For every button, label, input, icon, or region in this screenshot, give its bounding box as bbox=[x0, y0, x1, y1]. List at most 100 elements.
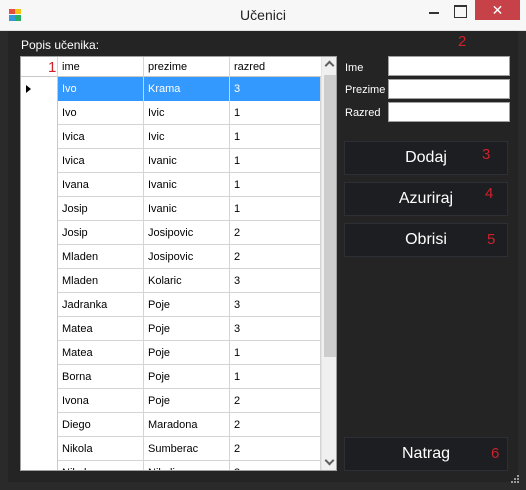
row-header[interactable] bbox=[21, 197, 58, 221]
table-row[interactable]: Matea Poje 3 bbox=[21, 317, 321, 341]
row-header[interactable] bbox=[21, 101, 58, 125]
table-row[interactable]: Mladen Josipovic 2 bbox=[21, 245, 321, 269]
row-header[interactable] bbox=[21, 389, 58, 413]
cell-razred[interactable]: 1 bbox=[230, 365, 321, 389]
cell-prezime[interactable]: Josipovic bbox=[144, 245, 230, 269]
title-bar[interactable]: Učenici ✕ bbox=[0, 0, 526, 31]
cell-ime[interactable]: Ivo bbox=[58, 101, 144, 125]
prezime-field[interactable] bbox=[388, 79, 510, 99]
table-row[interactable]: Josip Josipovic 2 bbox=[21, 221, 321, 245]
row-header[interactable] bbox=[21, 413, 58, 437]
cell-ime[interactable]: Matea bbox=[58, 317, 144, 341]
row-header[interactable] bbox=[21, 77, 58, 101]
cell-razred[interactable]: 3 bbox=[230, 77, 321, 101]
cell-ime[interactable]: Nikola bbox=[58, 437, 144, 461]
cell-razred[interactable]: 2 bbox=[230, 245, 321, 269]
cell-ime[interactable]: Mladen bbox=[58, 269, 144, 293]
razred-field[interactable] bbox=[388, 102, 510, 122]
cell-razred[interactable]: 2 bbox=[230, 413, 321, 437]
table-row[interactable]: Matea Poje 1 bbox=[21, 341, 321, 365]
cell-prezime[interactable]: Josipovic bbox=[144, 221, 230, 245]
cell-prezime[interactable]: Poje bbox=[144, 341, 230, 365]
cell-ime[interactable]: Ivo bbox=[58, 77, 144, 101]
cell-ime[interactable]: Ivona bbox=[58, 389, 144, 413]
obrisi-button[interactable]: Obrisi bbox=[344, 223, 508, 257]
row-header[interactable] bbox=[21, 461, 58, 470]
row-header[interactable] bbox=[21, 173, 58, 197]
cell-prezime[interactable]: Ivanic bbox=[144, 173, 230, 197]
resize-grip-icon[interactable] bbox=[508, 472, 520, 484]
azuriraj-button[interactable]: Azuriraj bbox=[344, 182, 508, 216]
row-header[interactable] bbox=[21, 437, 58, 461]
row-header[interactable] bbox=[21, 365, 58, 389]
row-header[interactable] bbox=[21, 341, 58, 365]
cell-razred[interactable]: 3 bbox=[230, 269, 321, 293]
cell-prezime[interactable]: Poje bbox=[144, 317, 230, 341]
scroll-thumb[interactable] bbox=[324, 75, 336, 357]
table-row[interactable]: Nikola Sumberac 2 bbox=[21, 437, 321, 461]
row-header[interactable] bbox=[21, 293, 58, 317]
maximize-icon[interactable] bbox=[446, 0, 474, 22]
scroll-down-icon[interactable] bbox=[322, 454, 336, 470]
cell-ime[interactable]: Josip bbox=[58, 221, 144, 245]
table-row[interactable]: Jadranka Poje 3 bbox=[21, 293, 321, 317]
cell-razred[interactable]: 3 bbox=[230, 293, 321, 317]
cell-prezime[interactable]: Poje bbox=[144, 365, 230, 389]
column-header-razred[interactable]: razred bbox=[230, 57, 321, 77]
cell-razred[interactable]: 1 bbox=[230, 341, 321, 365]
cell-ime[interactable]: Borna bbox=[58, 365, 144, 389]
cell-prezime[interactable]: Ivanic bbox=[144, 197, 230, 221]
table-row[interactable]: Mladen Kolaric 3 bbox=[21, 269, 321, 293]
table-row[interactable]: NikolaNikolic2 bbox=[21, 461, 321, 470]
scroll-up-icon[interactable] bbox=[322, 57, 336, 73]
cell-razred[interactable]: 1 bbox=[230, 197, 321, 221]
cell-prezime[interactable]: Nikolic bbox=[144, 461, 230, 470]
cell-razred[interactable]: 1 bbox=[230, 125, 321, 149]
ime-field[interactable] bbox=[388, 56, 510, 76]
cell-ime[interactable]: Matea bbox=[58, 341, 144, 365]
cell-ime[interactable]: Diego bbox=[58, 413, 144, 437]
table-row[interactable]: Ivica Ivanic 1 bbox=[21, 149, 321, 173]
cell-prezime[interactable]: Krama bbox=[144, 77, 230, 101]
cell-prezime[interactable]: Ivanic bbox=[144, 149, 230, 173]
cell-prezime[interactable]: Poje bbox=[144, 389, 230, 413]
column-header-prezime[interactable]: prezime bbox=[144, 57, 230, 77]
cell-ime[interactable]: Jadranka bbox=[58, 293, 144, 317]
row-header[interactable] bbox=[21, 149, 58, 173]
cell-ime[interactable]: Josip bbox=[58, 197, 144, 221]
cell-ime[interactable]: Mladen bbox=[58, 245, 144, 269]
row-header[interactable] bbox=[21, 245, 58, 269]
cell-prezime[interactable]: Ivic bbox=[144, 101, 230, 125]
row-header[interactable] bbox=[21, 221, 58, 245]
cell-razred[interactable]: 1 bbox=[230, 101, 321, 125]
table-row[interactable]: Diego Maradona 2 bbox=[21, 413, 321, 437]
minimize-icon[interactable] bbox=[420, 0, 448, 22]
cell-razred[interactable]: 1 bbox=[230, 173, 321, 197]
cell-ime[interactable]: Nikola bbox=[58, 461, 144, 470]
cell-prezime[interactable]: Kolaric bbox=[144, 269, 230, 293]
cell-prezime[interactable]: Sumberac bbox=[144, 437, 230, 461]
cell-prezime[interactable]: Poje bbox=[144, 293, 230, 317]
cell-razred[interactable]: 2 bbox=[230, 461, 321, 470]
cell-ime[interactable]: Ivica bbox=[58, 149, 144, 173]
row-header[interactable] bbox=[21, 125, 58, 149]
cell-ime[interactable]: Ivica bbox=[58, 125, 144, 149]
table-row[interactable]: Borna Poje 1 bbox=[21, 365, 321, 389]
natrag-button[interactable]: Natrag bbox=[344, 437, 508, 471]
close-icon[interactable]: ✕ bbox=[475, 0, 520, 20]
cell-razred[interactable]: 1 bbox=[230, 149, 321, 173]
students-grid[interactable]: ime prezime razred Ivo Krama 3 Ivo Ivic 1 Ivic… bbox=[20, 56, 337, 471]
table-row[interactable]: Ivica Ivic 1 bbox=[21, 125, 321, 149]
column-header-ime[interactable]: ime bbox=[58, 57, 144, 77]
table-row[interactable]: Josip Ivanic 1 bbox=[21, 197, 321, 221]
row-header[interactable] bbox=[21, 317, 58, 341]
cell-prezime[interactable]: Ivic bbox=[144, 125, 230, 149]
cell-razred[interactable]: 2 bbox=[230, 221, 321, 245]
table-row[interactable]: Ivo Krama 3 bbox=[21, 77, 321, 101]
table-row[interactable]: Ivona Poje 2 bbox=[21, 389, 321, 413]
cell-razred[interactable]: 3 bbox=[230, 317, 321, 341]
cell-ime[interactable]: Ivana bbox=[58, 173, 144, 197]
cell-prezime[interactable]: Maradona bbox=[144, 413, 230, 437]
vertical-scrollbar[interactable] bbox=[321, 57, 336, 470]
row-header[interactable] bbox=[21, 269, 58, 293]
